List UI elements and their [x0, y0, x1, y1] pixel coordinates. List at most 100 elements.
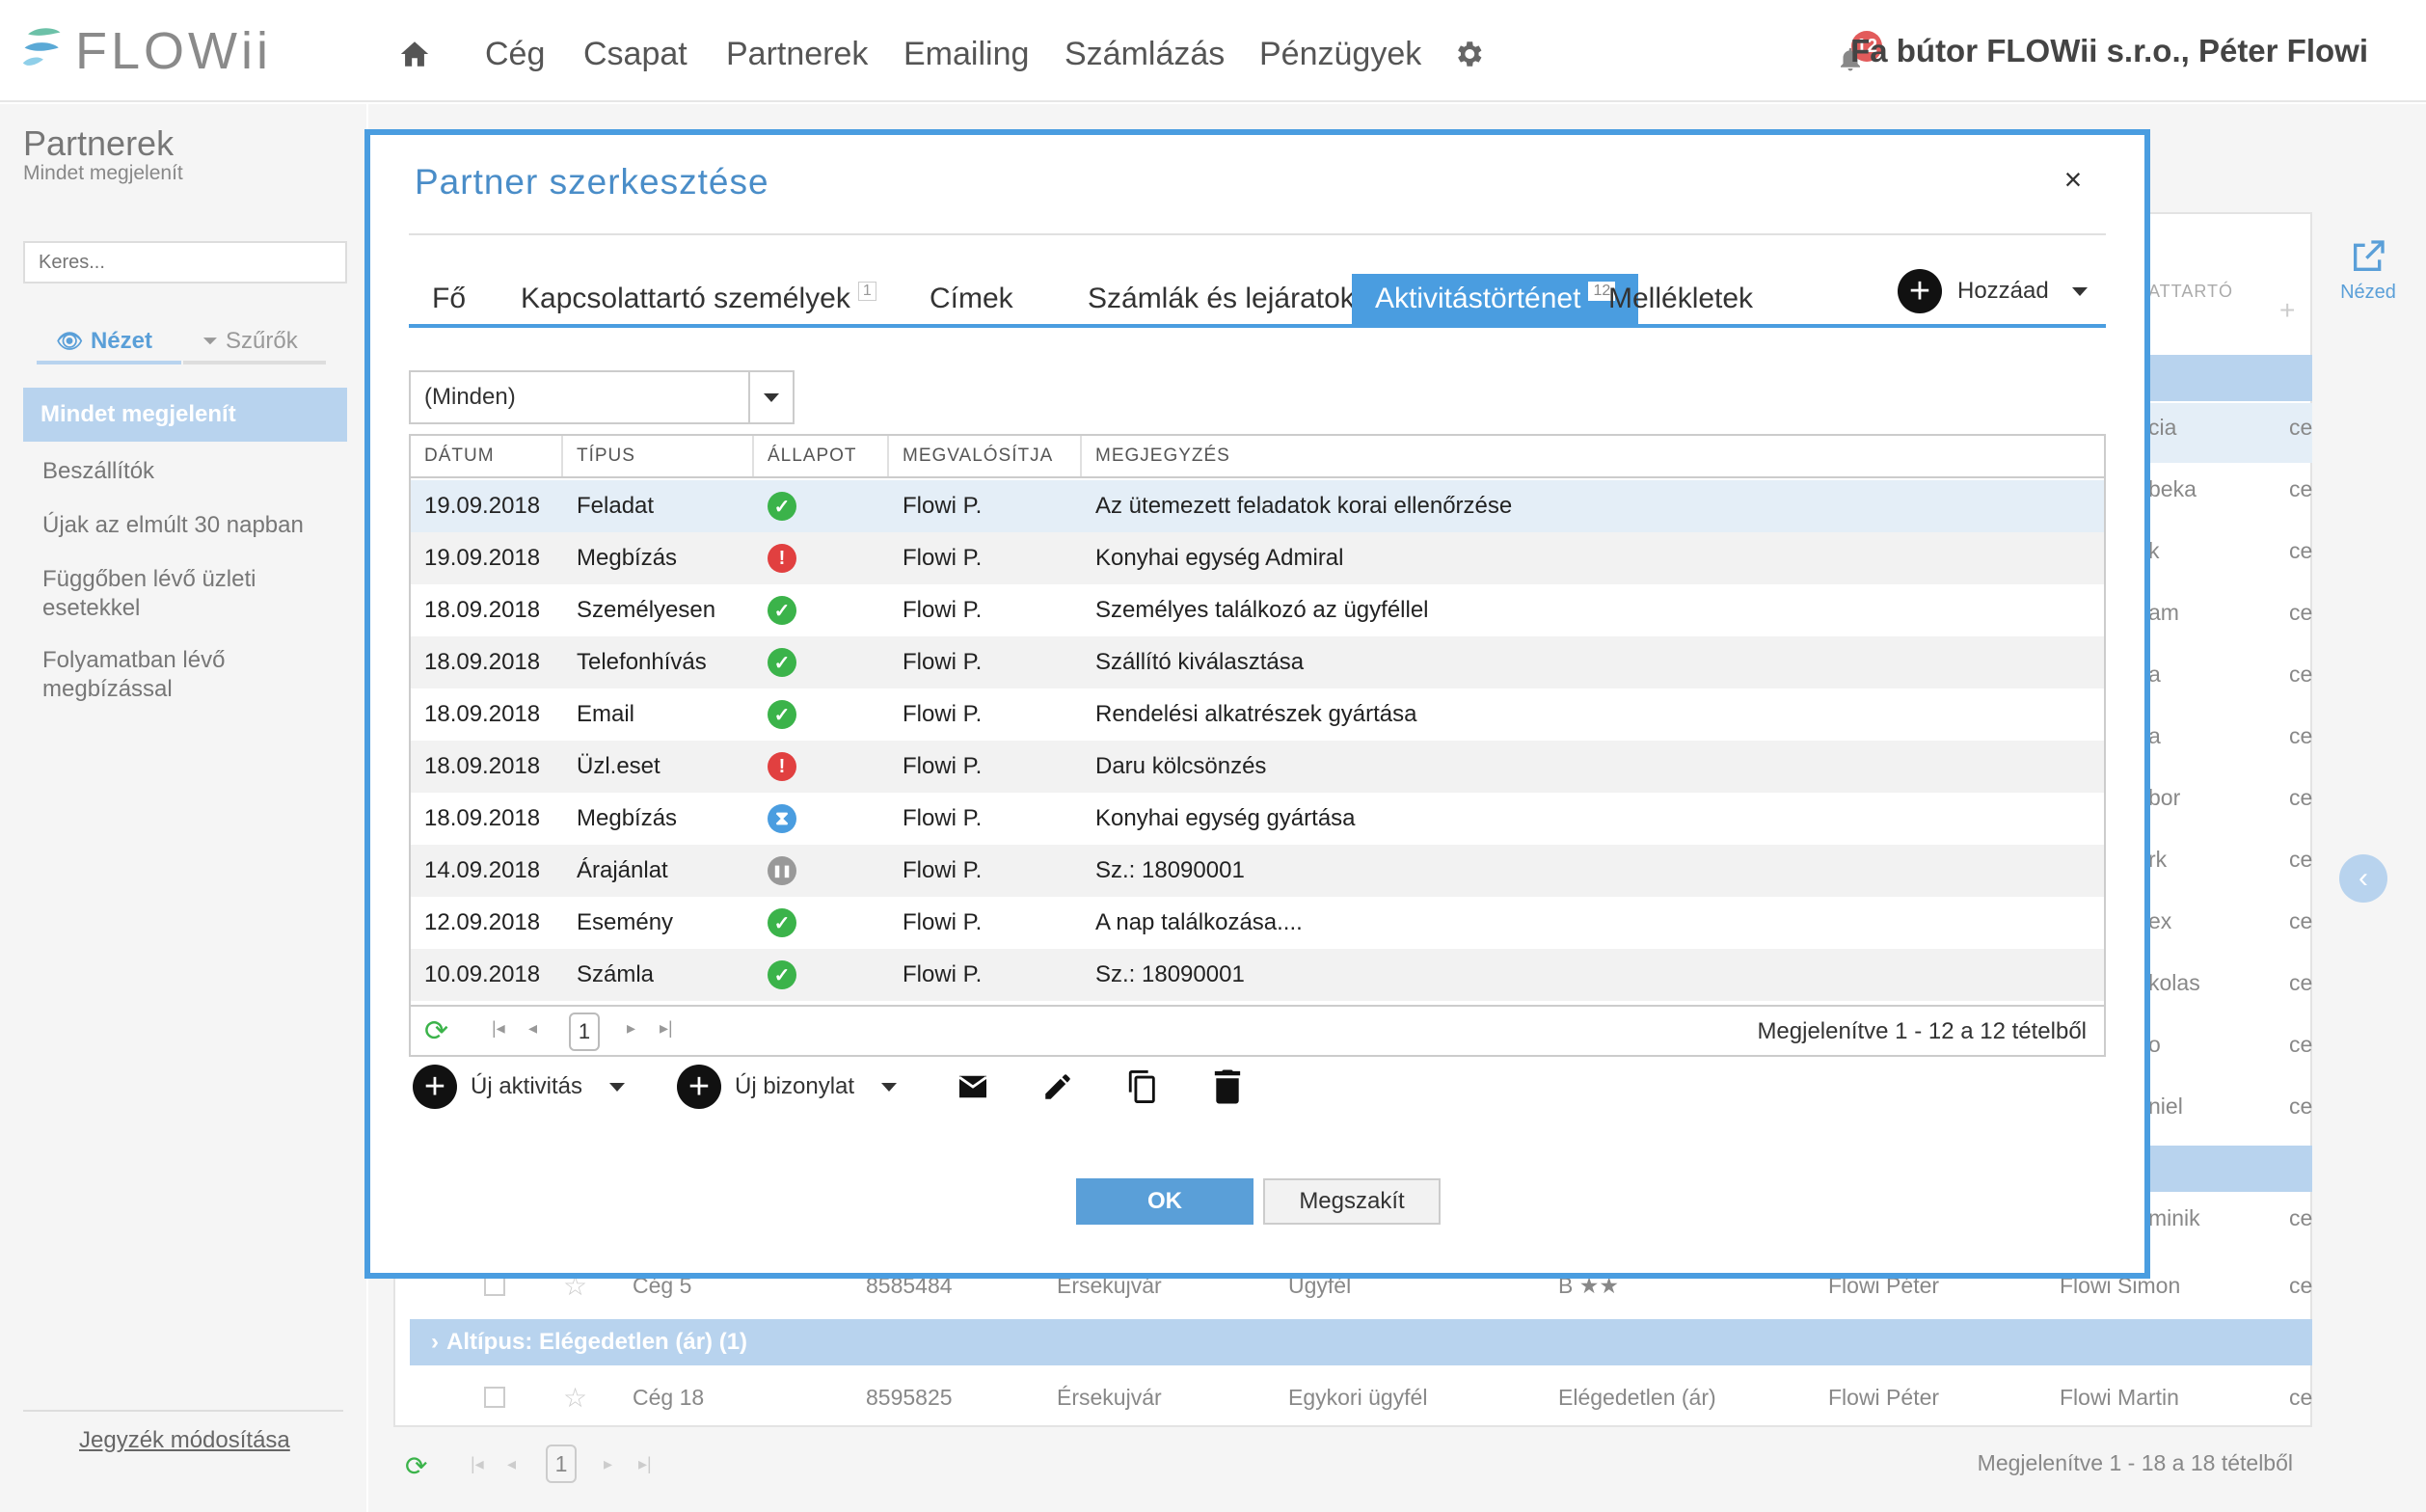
caret-down-icon [2071, 286, 2088, 296]
truncated-cell: ce [2289, 1094, 2313, 1119]
email-icon[interactable] [951, 1065, 995, 1109]
new-document-button[interactable]: + Új bizonylat [677, 1063, 898, 1111]
tab-addresses[interactable]: Címek [906, 274, 1037, 324]
activity-row[interactable]: 12.09.2018 Esemény ✓ Flowi P. A nap találkoz… [411, 897, 2104, 949]
tab-contacts[interactable]: Kapcsolattartó személyek 1 [498, 274, 900, 324]
activity-row[interactable]: 10.09.2018 Számla ✓ Flowi P. Sz.: 18090001 [411, 949, 2104, 1001]
activity-row[interactable]: 18.09.2018 Megbízás ⧗ Flowi P. Konyhai egysé… [411, 793, 2104, 845]
add-button[interactable]: + Hozzáad [1898, 268, 2088, 314]
next-page-icon[interactable]: ▸ [604, 1454, 612, 1474]
tab-attachments[interactable]: Mellékletek [1585, 274, 1776, 324]
refresh-icon[interactable]: ⟳ [405, 1450, 427, 1482]
edit-pencil-icon[interactable] [1036, 1065, 1080, 1109]
grid-pager: ⟳ |◂ ◂ 1 ▸ ▸| Megjelenítve 1 - 12 a 12 t… [411, 1005, 2104, 1055]
plus-circle-icon: + [1898, 269, 1942, 313]
page-number[interactable]: 1 [546, 1444, 577, 1483]
activity-type: Telefonhívás [577, 649, 707, 675]
search-input[interactable] [23, 241, 347, 284]
activity-filter-select[interactable]: (Minden) [409, 370, 795, 424]
activity-note: Daru kölcsönzés [1095, 753, 1267, 779]
column-header-type[interactable]: TÍPUS [563, 436, 754, 476]
filter-icon: ⏷ [202, 330, 218, 352]
sidebar-item-suppliers[interactable]: Beszállítók [42, 457, 332, 486]
dropdown-arrow-icon[interactable] [748, 372, 793, 422]
column-header-note[interactable]: MEGJEGYZÉS [1082, 436, 2104, 476]
activity-row[interactable]: 18.09.2018 Email ✓ Flowi P. Rendelési alkatr… [411, 688, 2104, 741]
nav-partnerek[interactable]: Partnerek [726, 31, 868, 77]
activity-performer: Flowi P. [903, 649, 983, 675]
home-icon[interactable] [397, 31, 432, 77]
close-icon[interactable]: × [2052, 162, 2094, 204]
table-row[interactable]: ☆ Cég 18 8595825 Érsekujvár Egykori ügyf… [393, 1367, 2312, 1427]
column-header-performer[interactable]: MEGVALÓSÍTJA [889, 436, 1082, 476]
activity-row[interactable]: 18.09.2018 Telefonhívás ✓ Flowi P. Szállító … [411, 636, 2104, 688]
edit-list-link[interactable]: Jegyzék módosítása [79, 1427, 290, 1454]
activity-performer: Flowi P. [903, 493, 983, 519]
nav-csapat[interactable]: Csapat [583, 31, 687, 77]
nav-emailing[interactable]: Emailing [903, 31, 1029, 77]
activity-row[interactable]: 18.09.2018 Üzl.eset! Flowi P. Daru kölcsönz… [411, 741, 2104, 793]
eye-icon: 👁 [56, 329, 83, 353]
activity-type: Számla [577, 961, 655, 987]
pager-info: Megjelenítve 1 - 18 a 18 tételből [1977, 1450, 2293, 1475]
activity-performer: Flowi P. [903, 597, 983, 623]
nav-ceg[interactable]: Cég [485, 31, 545, 77]
filter-value: (Minden) [424, 384, 516, 410]
settings-gear-icon[interactable] [1452, 31, 1485, 77]
column-header-date[interactable]: DÁTUM [411, 436, 563, 476]
truncated-cell: ce [2289, 1272, 2313, 1298]
column-header-status[interactable]: ÁLLAPOT [754, 436, 889, 476]
page-number[interactable]: 1 [569, 1012, 600, 1051]
activity-date: 12.09.2018 [424, 909, 541, 935]
activity-note: Sz.: 18090001 [1095, 961, 1245, 987]
status-error-icon: ! [768, 752, 796, 781]
first-page-icon[interactable]: |◂ [471, 1454, 484, 1474]
last-page-icon[interactable]: ▸| [638, 1454, 652, 1474]
last-page-icon[interactable]: ▸| [660, 1018, 673, 1039]
user-account-label[interactable]: Fa bútor FLOWii s.r.o., Péter Flowi [1850, 33, 2368, 69]
tab-filters[interactable]: ⏷ Szűrők [202, 322, 298, 361]
nav-penzugyek[interactable]: Pénzügyek [1259, 31, 1421, 77]
tab-label: Számlák és lejáratok [1088, 283, 1355, 314]
activity-row[interactable]: 19.09.2018 Megbízás! Flowi P. Konyhai egysé… [411, 532, 2104, 584]
favorite-star-icon[interactable]: ☆ [563, 1382, 587, 1414]
delete-trash-icon[interactable] [1205, 1065, 1250, 1109]
view-toggle[interactable]: Nézed [2339, 237, 2397, 304]
activity-date: 18.09.2018 [424, 753, 541, 779]
group-header-elegedetlen[interactable]: › Altípus: Elégedetlen (ár) (1) [410, 1319, 2312, 1365]
add-column-icon[interactable]: + [2279, 295, 2295, 326]
cancel-button[interactable]: Megszakít [1263, 1178, 1441, 1225]
sidebar-item-all[interactable]: Mindet megjelenít [23, 388, 347, 442]
collapse-panel-arrow-icon[interactable]: ‹ [2339, 854, 2387, 903]
prev-page-icon[interactable]: ◂ [507, 1454, 516, 1474]
activity-performer: Flowi P. [903, 701, 983, 727]
tab-main[interactable]: Fő [409, 274, 489, 324]
activity-date: 18.09.2018 [424, 649, 541, 675]
next-page-icon[interactable]: ▸ [627, 1018, 635, 1039]
plus-circle-icon: + [413, 1065, 457, 1109]
sidebar-item-new-30-days[interactable]: Újak az elmúlt 30 napban [42, 511, 332, 540]
prev-page-icon[interactable]: ◂ [528, 1018, 537, 1039]
truncated-contact-name: rk [2148, 847, 2168, 872]
copy-icon[interactable] [1120, 1065, 1165, 1109]
flowii-logo[interactable]: FLOWii [21, 17, 272, 85]
activity-note: Személyes találkozó az ügyféllel [1095, 597, 1429, 623]
sidebar-item-in-progress-orders[interactable]: Folyamatban lévő megbízással [42, 646, 332, 704]
activity-performer: Flowi P. [903, 857, 983, 883]
nav-szamlazas[interactable]: Számlázás [1065, 31, 1225, 77]
tab-invoices[interactable]: Számlák és lejáratok [1065, 274, 1378, 324]
refresh-icon[interactable]: ⟳ [424, 1014, 448, 1048]
truncated-cell: ce [2289, 970, 2313, 995]
activity-row[interactable]: 14.09.2018 Árajánlat ❚❚ Flowi P. Sz.: 180900… [411, 845, 2104, 897]
tab-label: Kapcsolattartó személyek [521, 283, 850, 314]
first-page-icon[interactable]: |◂ [492, 1018, 505, 1039]
row-checkbox[interactable] [484, 1387, 505, 1408]
truncated-cell: ce [2289, 1205, 2313, 1230]
tab-view[interactable]: 👁 Nézet [56, 322, 152, 361]
new-activity-button[interactable]: + Új aktivitás [413, 1063, 626, 1111]
sidebar-item-pending-cases[interactable]: Függőben lévő üzleti esetekkel [42, 565, 332, 623]
activity-row[interactable]: 18.09.2018 Személyesen ✓ Flowi P. Személyes … [411, 584, 2104, 636]
activity-row[interactable]: 19.09.2018 Feladat ✓ Flowi P. Az ütemezett f… [411, 480, 2104, 532]
ok-button[interactable]: OK [1076, 1178, 1253, 1225]
truncated-contact-name: ex [2148, 908, 2172, 933]
